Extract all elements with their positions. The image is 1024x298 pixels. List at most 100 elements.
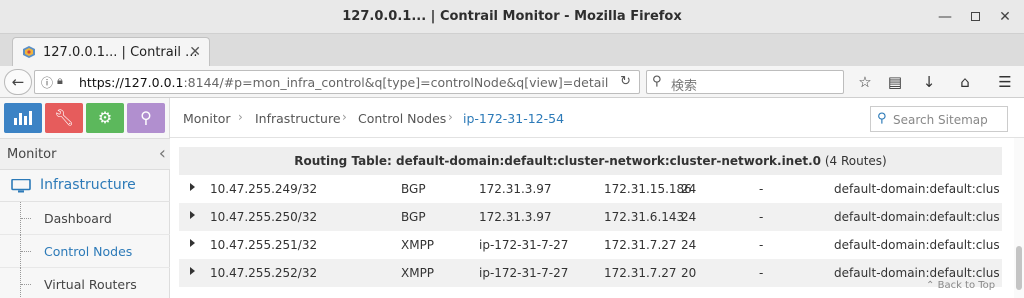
security-cell: -	[759, 182, 764, 196]
close-icon[interactable]: ✕	[994, 6, 1016, 28]
scrollbar-thumb[interactable]	[1016, 246, 1022, 290]
expand-caret-icon[interactable]	[190, 267, 195, 275]
tree-line	[20, 268, 21, 298]
browser-tab[interactable]: 127.0.0.1... | Contrail ... ✕	[12, 37, 210, 67]
reload-icon[interactable]: ↻	[620, 74, 631, 89]
expand-caret-icon[interactable]	[190, 239, 195, 247]
breadcrumb-current-node: ip-172-31-12-54	[463, 111, 565, 126]
protocol-cell: XMPP	[401, 266, 435, 280]
protocol-cell: BGP	[401, 182, 426, 196]
url-bar[interactable]: ⓘ 🔒︎ https://127.0.0.1:8144/#p=mon_infra…	[34, 70, 640, 94]
back-to-top-arrow-icon: ⌃	[926, 280, 935, 291]
breadcrumb-infrastructure[interactable]: Infrastructure	[255, 111, 341, 126]
main-content: Routing Table: default-domain:default:cl…	[170, 138, 1014, 298]
tree-connector	[21, 284, 31, 285]
sidebar-item-label: Infrastructure	[40, 177, 136, 193]
monitor-screen-icon	[11, 179, 31, 193]
breadcrumb-separator-icon: ›	[238, 110, 243, 124]
sidebar-item-label: Control Nodes	[44, 244, 133, 259]
insecure-lock-icon[interactable]: 🔒︎	[57, 74, 63, 88]
settings-menu-button[interactable]: ⚙	[86, 103, 124, 133]
protocol-cell: XMPP	[401, 238, 435, 252]
minimize-icon[interactable]: —	[934, 6, 956, 28]
gear-icon: ⚙	[97, 108, 113, 127]
security-cell: -	[759, 266, 764, 280]
routing-table-count: (4 Routes)	[824, 154, 887, 168]
routing-table-title: Routing Table: default-domain:default:cl…	[294, 154, 822, 168]
monitor-section-label: Monitor	[7, 147, 57, 162]
search-icon: ⚲	[877, 111, 887, 126]
tab-strip: 127.0.0.1... | Contrail ... ✕ +	[0, 34, 1024, 94]
back-to-top-link[interactable]: ⌃ Back to Top	[926, 280, 995, 291]
table-row[interactable]: 10.47.255.249/32 BGP 172.31.3.97 172.31.…	[179, 175, 1002, 203]
bar-chart-icon	[14, 111, 32, 125]
search-placeholder: 検索	[671, 79, 698, 94]
contrail-app: 🔧︎ ⚙ ⚲ Monitor ‹ Infrastructure Dashboar…	[0, 98, 1024, 298]
breadcrumb-separator-icon: ›	[342, 110, 347, 124]
table-row[interactable]: 10.47.255.250/32 BGP 172.31.3.97 172.31.…	[179, 203, 1002, 231]
routing-table-title-wrap: Routing Table: default-domain:default:cl…	[294, 154, 887, 168]
expand-caret-icon[interactable]	[190, 183, 195, 191]
sidebar-item-dashboard[interactable]: Dashboard	[0, 202, 170, 235]
source-cell: ip-172-31-7-27	[479, 266, 569, 280]
prefix-cell: 10.47.255.250/32	[210, 210, 318, 224]
virtual-network-cell: default-domain:default:clust...	[834, 238, 1000, 252]
maximize-icon[interactable]	[964, 6, 986, 28]
info-icon[interactable]: ⓘ	[41, 74, 53, 91]
wrench-icon: 🔧︎	[53, 108, 75, 127]
monitor-menu-button[interactable]	[4, 103, 42, 133]
hamburger-menu-icon[interactable]: ☰	[994, 72, 1016, 92]
reading-list-icon[interactable]: ▤	[884, 72, 906, 92]
search-sitemap-input[interactable]: ⚲ Search Sitemap	[870, 106, 1008, 132]
search-icon: ⚲	[140, 108, 152, 127]
table-row[interactable]: 10.47.255.252/32 XMPP ip-172-31-7-27 172…	[179, 259, 1002, 287]
url-text[interactable]: https://127.0.0.1:8144/#p=mon_infra_cont…	[79, 75, 608, 90]
expand-caret-icon[interactable]	[190, 211, 195, 219]
breadcrumb-separator-icon: ›	[448, 110, 453, 124]
browser-search-box[interactable]: ⚲ 検索	[646, 70, 844, 94]
url-host: https://127.0.0.1	[79, 75, 184, 90]
breadcrumb-monitor[interactable]: Monitor	[183, 111, 231, 126]
back-arrow-icon[interactable]: ←	[4, 69, 32, 95]
sidebar-item-virtual-routers[interactable]: Virtual Routers	[0, 268, 170, 298]
prefix-cell: 10.47.255.252/32	[210, 266, 318, 280]
sitemap-placeholder: Search Sitemap	[893, 113, 988, 127]
window-titlebar: 127.0.0.1... | Contrail Monitor - Mozill…	[0, 0, 1024, 34]
prefix-cell: 10.47.255.249/32	[210, 182, 318, 196]
window-title: 127.0.0.1... | Contrail Monitor - Mozill…	[342, 9, 682, 24]
routing-table-header: Routing Table: default-domain:default:cl…	[179, 147, 1002, 175]
contrail-favicon-icon	[23, 46, 35, 58]
tab-close-icon[interactable]: ✕	[189, 44, 201, 60]
prefix-cell: 10.47.255.251/32	[210, 238, 318, 252]
sidebar-item-infrastructure[interactable]: Infrastructure	[0, 170, 170, 202]
url-path: :8144/#p=mon_infra_control&q[type]=contr…	[183, 75, 609, 90]
label-cell: 20	[681, 266, 697, 280]
virtual-network-cell: default-domain:default:clust...	[834, 182, 1000, 196]
next-hop-cell: 172.31.6.143	[604, 210, 685, 224]
breadcrumb-control-nodes[interactable]: Control Nodes	[358, 111, 446, 126]
source-cell: 172.31.3.97	[479, 182, 552, 196]
configure-menu-button[interactable]: 🔧︎	[45, 103, 83, 133]
page-scrollbar[interactable]	[1014, 138, 1024, 298]
security-cell: -	[759, 238, 764, 252]
next-hop-cell: 172.31.15.186	[604, 182, 692, 196]
collapse-chevron-icon[interactable]: ‹	[159, 143, 166, 164]
navigation-bar: ← ⓘ 🔒︎ https://127.0.0.1:8144/#p=mon_inf…	[0, 66, 1024, 98]
bookmark-star-icon[interactable]: ☆	[854, 72, 876, 92]
source-cell: ip-172-31-7-27	[479, 238, 569, 252]
home-icon[interactable]: ⌂	[954, 72, 976, 92]
next-hop-cell: 172.31.7.27	[604, 238, 677, 252]
magnifier-icon: ⚲	[652, 74, 662, 89]
sidebar-item-control-nodes[interactable]: Control Nodes	[0, 235, 170, 268]
query-menu-button[interactable]: ⚲	[127, 103, 165, 133]
label-cell: 24	[681, 238, 697, 252]
label-cell: 24	[681, 182, 697, 196]
virtual-network-cell: default-domain:default:clust...	[834, 266, 1000, 280]
tree-connector	[21, 251, 31, 252]
tab-label: 127.0.0.1... | Contrail ...	[43, 45, 198, 60]
download-arrow-icon[interactable]: ↓	[918, 72, 940, 92]
virtual-network-cell: default-domain:default:clust...	[834, 210, 1000, 224]
table-row[interactable]: 10.47.255.251/32 XMPP ip-172-31-7-27 172…	[179, 231, 1002, 259]
source-cell: 172.31.3.97	[479, 210, 552, 224]
sidebar-item-label: Virtual Routers	[44, 277, 137, 292]
